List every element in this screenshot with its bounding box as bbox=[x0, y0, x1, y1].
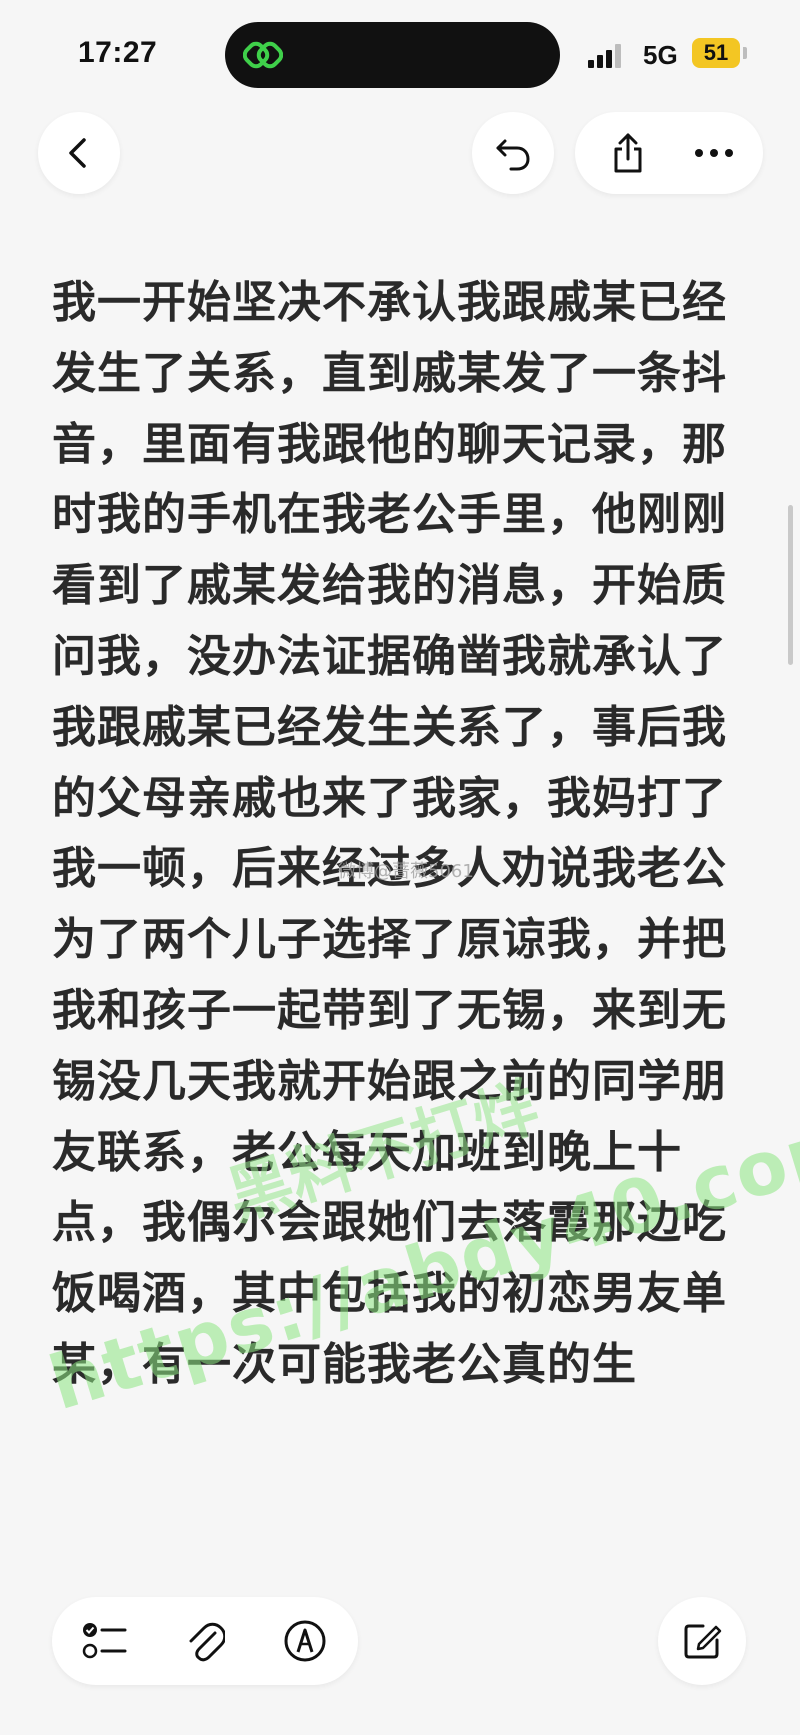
more-icon bbox=[695, 149, 733, 157]
undo-button[interactable] bbox=[472, 112, 554, 194]
cellular-signal-icon bbox=[588, 44, 628, 68]
more-button[interactable] bbox=[673, 112, 755, 194]
back-button[interactable] bbox=[38, 112, 120, 194]
scroll-indicator[interactable] bbox=[788, 505, 793, 665]
network-type: 5G bbox=[643, 40, 678, 70]
markup-button[interactable] bbox=[260, 1597, 350, 1685]
status-time: 17:27 bbox=[78, 36, 158, 69]
attachment-button[interactable] bbox=[160, 1597, 250, 1685]
checklist-button[interactable] bbox=[60, 1597, 150, 1685]
battery-tip bbox=[743, 47, 747, 59]
top-actions-group bbox=[575, 112, 763, 194]
status-bar: 17:27 5G 51 bbox=[0, 0, 800, 110]
chevron-left-icon bbox=[69, 138, 86, 168]
share-button[interactable] bbox=[587, 112, 669, 194]
pen-markup-icon bbox=[284, 1620, 326, 1662]
link-icon bbox=[243, 41, 283, 69]
compose-button[interactable] bbox=[658, 1597, 746, 1685]
bottom-tools-group bbox=[52, 1597, 358, 1685]
paperclip-icon bbox=[189, 1622, 225, 1662]
undo-icon bbox=[496, 139, 530, 171]
checklist-icon bbox=[82, 1623, 127, 1659]
dynamic-island[interactable] bbox=[225, 22, 560, 88]
weibo-watermark: 微博@蔷薇5061 bbox=[338, 861, 474, 882]
share-icon bbox=[614, 133, 642, 173]
battery-level: 51 bbox=[692, 38, 740, 68]
compose-icon bbox=[684, 1624, 722, 1659]
